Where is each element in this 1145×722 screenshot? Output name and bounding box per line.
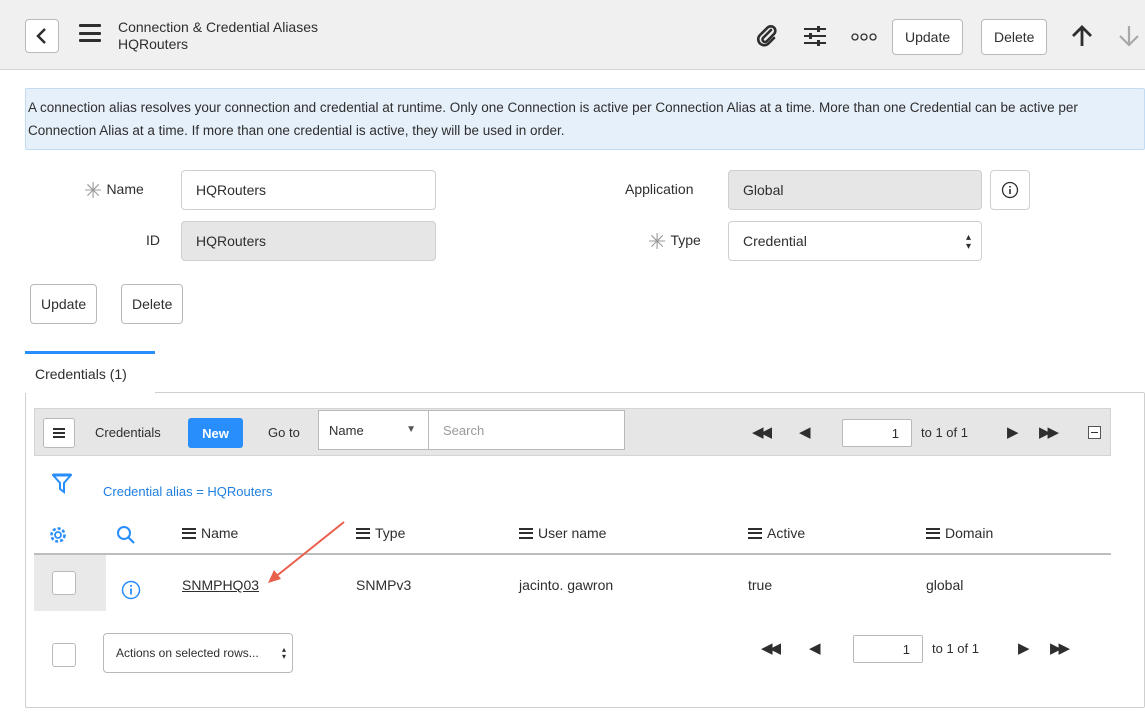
required-asterisk-icon: ✳	[648, 229, 667, 254]
select-all-checkbox[interactable]	[52, 643, 76, 667]
info-icon[interactable]	[121, 580, 141, 600]
arrow-down-icon[interactable]	[1117, 25, 1141, 47]
search-icon[interactable]	[116, 525, 136, 545]
goto-label: Go to	[268, 425, 300, 440]
header-record-name: HQRouters	[118, 36, 189, 52]
name-field[interactable]: HQRouters	[181, 170, 436, 210]
header-title: Connection & Credential Aliases	[118, 19, 319, 35]
page-range: to 1 of 1	[921, 425, 968, 440]
previous-page-icon[interactable]: ◀	[799, 423, 810, 441]
filter-breadcrumb[interactable]: Credential alias = HQRouters	[103, 484, 272, 499]
type-label: ✳ Type	[648, 229, 701, 254]
filter-funnel-icon[interactable]	[52, 473, 72, 495]
cell-user-name: jacinto. gawron	[519, 577, 614, 593]
annotation-arrow-icon	[268, 521, 345, 583]
last-page-icon[interactable]: ▶▶	[1050, 639, 1070, 657]
info-message: A connection alias resolves your connect…	[25, 88, 1145, 150]
hamburger-icon	[519, 527, 533, 539]
page-number-input[interactable]: 1	[842, 419, 912, 447]
column-header-active[interactable]: Active	[748, 525, 805, 541]
update-button[interactable]: Update	[30, 284, 98, 324]
chevron-left-icon	[36, 28, 46, 44]
actions-select-value: Actions on selected rows...	[116, 646, 259, 660]
id-field: HQRouters	[181, 221, 436, 261]
name-label: ✳ Name	[84, 178, 144, 203]
cell-name-link[interactable]: SNMPHQ03	[182, 577, 259, 593]
header-delete-button[interactable]: Delete	[981, 19, 1048, 55]
next-page-icon[interactable]: ▶	[1018, 639, 1029, 657]
search-field-select[interactable]: Name ▼	[318, 410, 428, 450]
search-field-value: Name	[329, 422, 364, 438]
new-button[interactable]: New	[188, 418, 243, 448]
select-arrows-icon: ▴ ▾	[281, 645, 286, 661]
hamburger-icon	[182, 527, 196, 539]
tab-credentials[interactable]: Credentials (1)	[25, 351, 155, 393]
hamburger-icon	[748, 527, 762, 539]
column-header-type[interactable]: Type	[356, 525, 405, 541]
hamburger-icon	[53, 428, 65, 438]
hamburger-icon	[356, 527, 370, 539]
back-button[interactable]	[25, 19, 59, 53]
application-field: Global	[728, 170, 982, 210]
personalize-sliders-icon[interactable]	[803, 25, 827, 47]
cell-domain: global	[926, 577, 964, 593]
cell-active: true	[748, 577, 773, 593]
application-label: Application	[625, 181, 694, 197]
id-label: ID	[146, 232, 160, 248]
hamburger-menu-icon[interactable]	[79, 24, 101, 42]
header-update-button[interactable]: Update	[892, 19, 964, 55]
column-header-user-name[interactable]: User name	[519, 525, 606, 541]
info-icon	[1001, 181, 1019, 199]
previous-page-icon[interactable]: ◀	[809, 639, 820, 657]
last-page-icon[interactable]: ▶▶	[1039, 423, 1059, 441]
cell-type: SNMPv3	[356, 577, 412, 593]
arrow-up-icon[interactable]	[1070, 25, 1094, 47]
first-page-icon[interactable]: ◀◀	[752, 423, 772, 441]
delete-button[interactable]: Delete	[121, 284, 184, 324]
actions-select[interactable]: Actions on selected rows... ▴ ▾	[103, 633, 293, 673]
first-page-icon[interactable]: ◀◀	[761, 639, 781, 657]
column-header-domain[interactable]: Domain	[926, 525, 993, 541]
row-checkbox[interactable]	[52, 571, 76, 595]
search-input[interactable]: Search	[428, 410, 625, 450]
application-info-button[interactable]	[990, 170, 1030, 210]
gear-icon[interactable]	[48, 525, 68, 545]
type-select[interactable]: Credential ▴ ▾	[728, 221, 982, 261]
caret-down-icon: ▼	[406, 424, 416, 435]
form-header: Connection & Credential Aliases HQRouter…	[0, 0, 1145, 70]
list-menu-button[interactable]	[43, 418, 75, 448]
next-page-icon[interactable]: ▶	[1007, 423, 1018, 441]
collapse-list-icon[interactable]	[1088, 426, 1101, 439]
header-divider	[34, 553, 1111, 555]
hamburger-icon	[926, 527, 940, 539]
paperclip-icon[interactable]	[755, 24, 779, 48]
footer-page-range: to 1 of 1	[932, 641, 979, 656]
select-arrows-icon: ▴ ▾	[965, 232, 971, 252]
list-title: Credentials	[95, 425, 161, 440]
column-header-name[interactable]: Name	[182, 525, 238, 541]
required-asterisk-icon: ✳	[84, 178, 103, 203]
footer-page-number-input[interactable]: 1	[853, 635, 923, 663]
type-select-value: Credential	[743, 233, 807, 249]
more-options-icon[interactable]	[851, 33, 877, 41]
